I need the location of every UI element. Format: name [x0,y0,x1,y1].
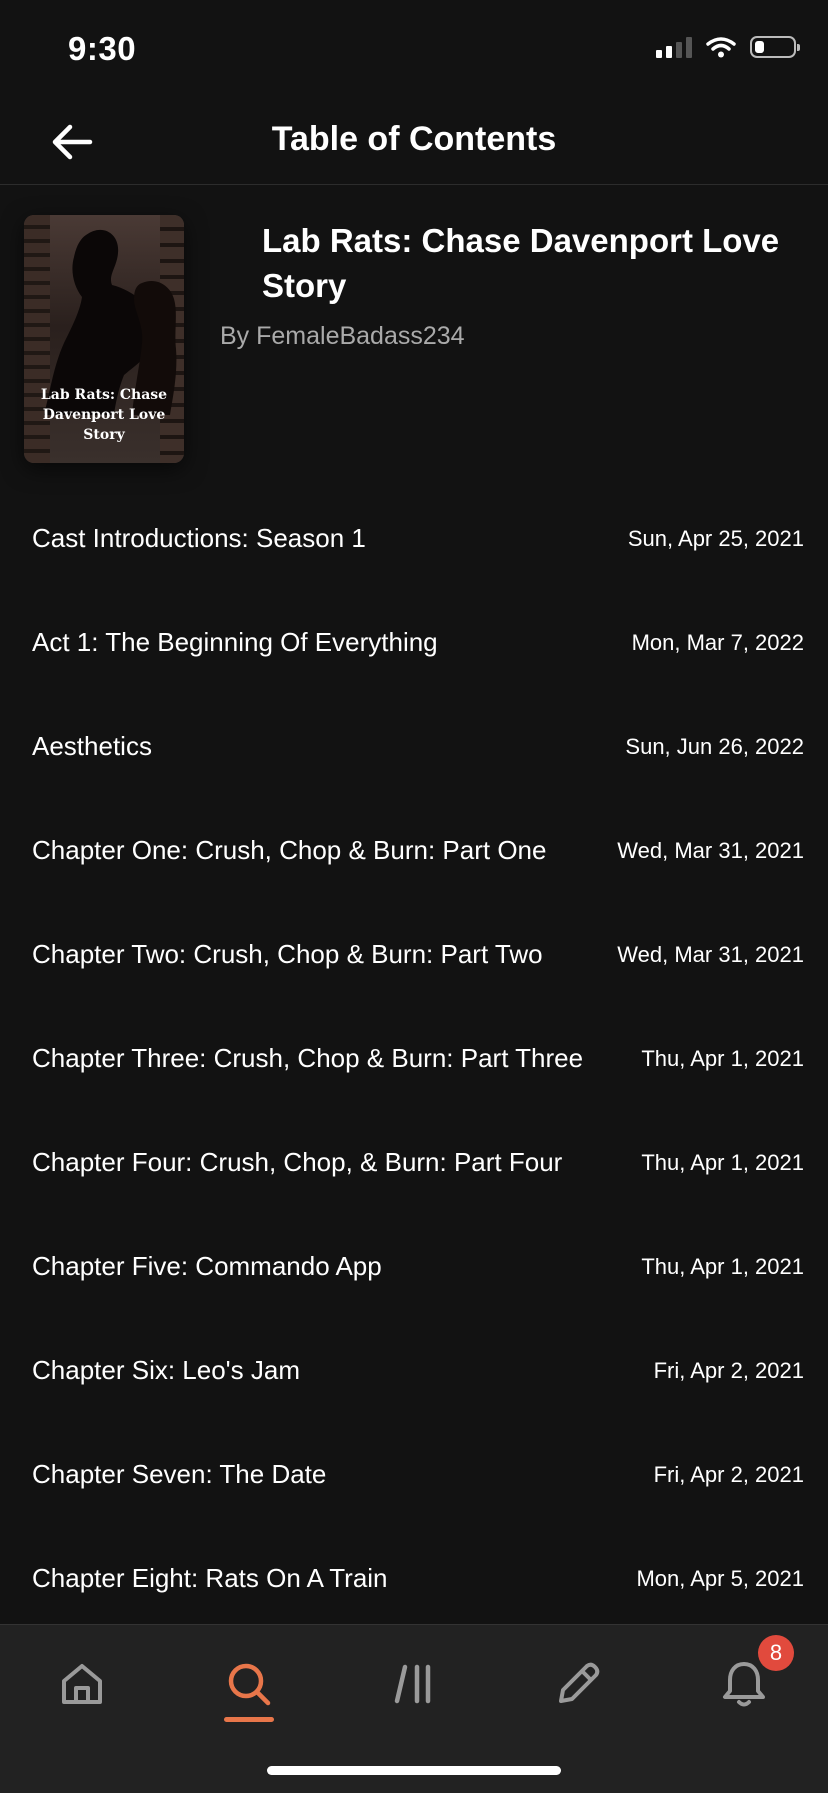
chapter-row[interactable]: Cast Introductions: Season 1 Sun, Apr 25… [0,487,828,591]
notification-badge: 8 [758,1635,794,1671]
chapter-date: Wed, Mar 31, 2021 [617,838,804,863]
chapter-date: Thu, Apr 1, 2021 [641,1254,804,1279]
chapter-title: Chapter Four: Crush, Chop, & Burn: Part … [32,1147,563,1177]
chapter-row[interactable]: Chapter Three: Crush, Chop & Burn: Part … [0,1007,828,1111]
status-icons [656,36,800,58]
chapter-row[interactable]: Chapter One: Crush, Chop & Burn: Part On… [0,799,828,903]
library-icon [394,1664,431,1704]
chapter-title: Chapter One: Crush, Chop & Burn: Part On… [32,835,547,865]
cover-title-text: Lab Rats: Chase Davenport Love Story [40,387,168,443]
chapter-title: Act 1: The Beginning Of Everything [32,627,438,657]
chapter-date: Sun, Jun 26, 2022 [625,734,804,759]
chapter-date: Mon, Apr 5, 2021 [636,1566,804,1591]
chapter-list: Cast Introductions: Season 1 Sun, Apr 25… [0,487,828,1631]
chapter-row[interactable]: Aesthetics Sun, Jun 26, 2022 [0,695,828,799]
chapter-row[interactable]: Chapter Eight: Rats On A Train Mon, Apr … [0,1527,828,1631]
cellular-signal-icon [656,36,692,58]
nav-write[interactable] [538,1649,618,1719]
header: Table of Contents [0,100,828,185]
wifi-icon [706,37,736,58]
chapter-title: Chapter Three: Crush, Chop & Burn: Part … [32,1043,584,1073]
home-icon [62,1664,102,1704]
status-bar: 9:30 [0,0,828,100]
nav-library[interactable] [374,1649,454,1719]
chapter-date: Fri, Apr 2, 2021 [653,1358,804,1383]
story-cover[interactable]: Lab Rats: Chase Davenport Love Story [24,215,184,463]
battery-icon [750,36,800,58]
search-icon [228,1663,271,1706]
active-tab-indicator [224,1717,274,1722]
story-author[interactable]: By FemaleBadass234 [220,322,465,351]
chapter-date: Sun, Apr 25, 2021 [627,526,804,551]
write-icon [559,1662,600,1703]
notifications-icon [723,1662,765,1707]
chapter-title: Chapter Five: Commando App [32,1251,382,1281]
chapter-row[interactable]: Chapter Two: Crush, Chop & Burn: Part Tw… [0,903,828,1007]
page-title: Table of Contents [271,120,557,158]
chapter-date: Thu, Apr 1, 2021 [641,1046,804,1071]
home-indicator[interactable] [267,1766,561,1775]
chapter-row[interactable]: Chapter Seven: The Date Fri, Apr 2, 2021 [0,1423,828,1527]
chapter-title: Aesthetics [32,731,152,761]
chapter-date: Mon, Mar 7, 2022 [631,630,804,655]
status-time: 9:30 [68,30,137,67]
chapter-row[interactable]: Chapter Five: Commando App Thu, Apr 1, 2… [0,1215,828,1319]
chapter-title: Chapter Six: Leo's Jam [32,1355,300,1385]
chapter-date: Thu, Apr 1, 2021 [641,1150,804,1175]
chapter-date: Wed, Mar 31, 2021 [617,942,804,967]
chapter-row[interactable]: Chapter Four: Crush, Chop, & Burn: Part … [0,1111,828,1215]
nav-search[interactable] [209,1649,289,1719]
chapter-date: Fri, Apr 2, 2021 [653,1462,804,1487]
chapter-title: Cast Introductions: Season 1 [32,523,366,553]
chapter-title: Chapter Two: Crush, Chop & Burn: Part Tw… [32,939,543,969]
nav-home[interactable] [42,1649,122,1719]
story-title: Lab Rats: Chase Davenport Love Story [262,222,780,304]
chapter-title: Chapter Eight: Rats On A Train [32,1563,388,1593]
chapter-title: Chapter Seven: The Date [32,1459,327,1489]
chapter-row[interactable]: Act 1: The Beginning Of Everything Mon, … [0,591,828,695]
chapter-row[interactable]: Chapter Six: Leo's Jam Fri, Apr 2, 2021 [0,1319,828,1423]
